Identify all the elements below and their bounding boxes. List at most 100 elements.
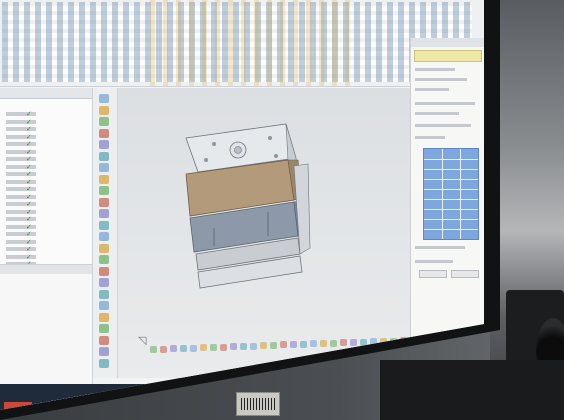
barcode xyxy=(241,398,275,410)
toolbar-tool-icon[interactable] xyxy=(99,163,109,172)
bolt xyxy=(204,158,208,162)
tree-row[interactable]: ✓ xyxy=(2,118,90,127)
part-navigator-panel: ✓✓✓✓✓✓✓✓✓✓✓✓✓✓✓✓✓✓✓✓✓ xyxy=(0,88,93,410)
view-tool-icon[interactable] xyxy=(330,339,337,347)
toolbar-tool-icon[interactable] xyxy=(99,151,109,161)
tree-row[interactable]: ✓ xyxy=(2,238,90,247)
view-tool-icon[interactable] xyxy=(160,345,167,353)
toolbar-tool-icon[interactable] xyxy=(99,324,109,333)
dialog-row xyxy=(415,246,465,249)
toolbar-tool-icon[interactable] xyxy=(99,312,109,322)
cancel-button[interactable] xyxy=(451,270,479,278)
tree-row[interactable]: ✓ xyxy=(2,170,90,179)
view-tool-icon[interactable] xyxy=(180,344,187,352)
toolbar-tool-icon[interactable] xyxy=(99,209,109,218)
toolbar-tool-icon[interactable] xyxy=(99,197,109,207)
toolbar-tool-icon[interactable] xyxy=(99,266,109,276)
details-header xyxy=(0,265,92,274)
view-tool-icon[interactable] xyxy=(290,341,297,349)
toolbar-tool-icon[interactable] xyxy=(99,94,109,103)
tree-row[interactable]: ✓ xyxy=(2,163,90,172)
bolt xyxy=(212,142,216,146)
view-tool-icon[interactable] xyxy=(150,346,157,353)
tree-row[interactable]: ✓ xyxy=(2,208,90,217)
tree-row[interactable]: ✓ xyxy=(2,133,90,142)
view-tool-icon[interactable] xyxy=(350,339,357,346)
view-tool-icon[interactable] xyxy=(250,342,257,350)
tree-row[interactable]: ✓ xyxy=(2,193,90,202)
ribbon-icon-group[interactable] xyxy=(150,0,350,86)
selected-field[interactable] xyxy=(414,50,482,62)
table-row[interactable] xyxy=(424,189,478,190)
parameter-table[interactable] xyxy=(423,148,479,240)
tree-row[interactable]: ✓ xyxy=(2,245,90,254)
toolbar-tool-icon[interactable] xyxy=(99,128,109,138)
dialog-row xyxy=(415,112,459,115)
toolbar-tool-icon[interactable] xyxy=(99,140,109,149)
tree-row[interactable]: ✓ xyxy=(2,148,90,157)
table-row[interactable] xyxy=(424,219,478,220)
tree-row[interactable]: ✓ xyxy=(2,215,90,224)
tree-row[interactable]: ✓ xyxy=(2,230,90,239)
dialog-row xyxy=(415,102,475,105)
toolbar-tool-icon[interactable] xyxy=(99,174,109,184)
tree-row[interactable]: ✓ xyxy=(2,155,90,164)
tree-row[interactable]: ✓ xyxy=(2,253,90,262)
view-tool-icon[interactable] xyxy=(310,340,317,348)
axis-triad-icon: ◹ xyxy=(138,334,147,347)
toolbar-tool-icon[interactable] xyxy=(99,255,109,264)
tree-row[interactable]: ✓ xyxy=(2,140,90,149)
view-tool-icon[interactable] xyxy=(210,343,217,351)
tree-row[interactable]: ✓ xyxy=(2,110,90,119)
toolbar-tool-icon[interactable] xyxy=(99,278,109,287)
table-row[interactable] xyxy=(424,199,478,200)
view-tool-icon[interactable] xyxy=(230,343,237,351)
toolbar-tool-icon[interactable] xyxy=(99,232,109,241)
toolbar-tool-icon[interactable] xyxy=(99,289,109,299)
table-row[interactable] xyxy=(424,209,478,210)
tree-row[interactable]: ✓ xyxy=(2,185,90,194)
view-tool-icon[interactable] xyxy=(170,345,177,353)
view-tool-icon[interactable] xyxy=(300,340,307,348)
dialog-row xyxy=(415,68,455,71)
toolbar-tool-icon[interactable] xyxy=(99,347,109,356)
view-tool-icon[interactable] xyxy=(280,341,287,349)
view-tool-icon[interactable] xyxy=(360,338,367,346)
view-tool-icon[interactable] xyxy=(320,340,327,348)
view-tool-icon[interactable] xyxy=(190,344,197,352)
view-tool-icon[interactable] xyxy=(340,339,347,347)
table-column-divider xyxy=(442,149,443,239)
toolbar-tool-icon[interactable] xyxy=(99,301,109,310)
tree-row[interactable]: ✓ xyxy=(2,125,90,134)
view-tool-icon[interactable] xyxy=(260,342,267,350)
table-row[interactable] xyxy=(424,179,478,180)
ok-button[interactable] xyxy=(419,270,447,278)
view-tool-icon[interactable] xyxy=(200,344,207,352)
view-tool-icon[interactable] xyxy=(220,343,227,351)
dialog-row xyxy=(415,260,453,263)
dialog-row xyxy=(415,124,471,127)
toolbar-tool-icon[interactable] xyxy=(99,335,109,345)
dialog-row xyxy=(415,88,449,91)
toolbar-tool-icon[interactable] xyxy=(99,117,109,126)
toolbar-tool-icon[interactable] xyxy=(99,243,109,253)
view-tool-icon[interactable] xyxy=(240,342,247,350)
toolbar-tool-icon[interactable] xyxy=(99,186,109,195)
toolbar-tool-icon[interactable] xyxy=(99,220,109,230)
table-row[interactable] xyxy=(424,169,478,170)
view-tool-icon[interactable] xyxy=(270,341,277,349)
navigator-columns xyxy=(0,100,92,108)
sprue-hole xyxy=(234,146,242,154)
table-row[interactable] xyxy=(424,159,478,160)
toolbar-tool-icon[interactable] xyxy=(99,105,109,115)
table-row[interactable] xyxy=(424,229,478,230)
vertical-toolbar xyxy=(93,88,118,378)
dialog-row xyxy=(415,78,467,81)
tree-row[interactable]: ✓ xyxy=(2,178,90,187)
navigator-header xyxy=(0,88,92,99)
tree-row[interactable]: ✓ xyxy=(2,223,90,232)
toolbar-tool-icon[interactable] xyxy=(99,358,109,368)
desk-cables xyxy=(380,360,564,420)
bolt xyxy=(274,154,278,158)
tree-row[interactable]: ✓ xyxy=(2,200,90,209)
